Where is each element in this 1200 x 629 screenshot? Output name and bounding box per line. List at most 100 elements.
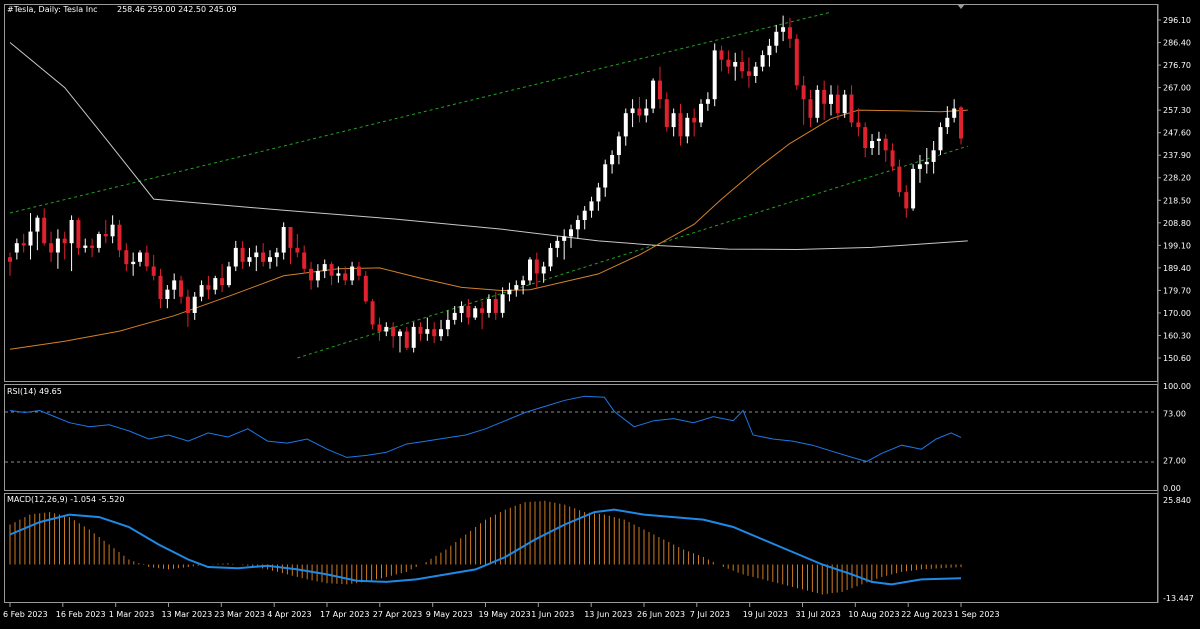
price-tick-label: 170.00 [1163, 309, 1191, 318]
scroll-marker-icon[interactable] [957, 4, 965, 9]
candle [480, 301, 485, 330]
candle [21, 233, 26, 253]
candle [363, 271, 368, 304]
candle [904, 185, 909, 218]
price-tick-label: 247.60 [1163, 129, 1191, 138]
candle [774, 24, 779, 53]
rsi-tick-label: 73.00 [1163, 410, 1186, 419]
candle [705, 92, 710, 111]
candle [213, 275, 218, 295]
candle [521, 275, 526, 295]
rsi-tick-label: 100.00 [1163, 382, 1191, 391]
candle [952, 99, 957, 123]
price-tick-label: 257.30 [1163, 106, 1191, 115]
candle [425, 317, 430, 341]
candle [555, 236, 560, 258]
candle [240, 240, 245, 269]
candle [473, 305, 478, 320]
ohlc-label: 258.46 259.00 242.50 245.09 [117, 5, 237, 14]
candle [391, 322, 396, 348]
date-tick-label: 13 Mar 2023 [162, 610, 213, 619]
candle [719, 45, 724, 72]
candle [14, 238, 19, 260]
candle [685, 113, 690, 144]
candle [185, 289, 190, 327]
candle [835, 85, 840, 121]
candle [233, 240, 238, 272]
candle [62, 231, 67, 260]
candle [96, 231, 101, 253]
price-tick-label: 208.80 [1163, 219, 1191, 228]
candle [623, 108, 628, 146]
candle [42, 208, 47, 246]
candle [911, 164, 916, 211]
candle [309, 261, 313, 290]
candle [753, 62, 758, 83]
price-tick-label: 286.40 [1163, 39, 1191, 48]
candle [76, 217, 81, 255]
candle [288, 226, 293, 265]
date-tick-label: 9 May 2023 [426, 610, 473, 619]
date-tick-label: 31 Jul 2023 [796, 610, 841, 619]
candle [28, 213, 33, 260]
candle [69, 215, 74, 272]
rsi-tick-label: 0.00 [1163, 484, 1181, 493]
candle [124, 243, 129, 272]
main-plot [8, 11, 968, 359]
price-tick-label: 267.00 [1163, 84, 1191, 93]
candle [808, 89, 813, 128]
candle [917, 154, 922, 183]
candle [500, 287, 505, 318]
price-tick-label: 276.70 [1163, 61, 1191, 70]
candle [548, 243, 553, 272]
candle [959, 106, 963, 145]
candle [569, 224, 573, 248]
macd-tick-label: 25.840 [1163, 496, 1191, 505]
price-tick-label: 189.40 [1163, 264, 1191, 273]
candle [849, 85, 854, 128]
candle [760, 50, 765, 72]
candle [35, 215, 40, 251]
candle [945, 106, 950, 135]
rsi-tick-label: 27.00 [1163, 457, 1186, 466]
candle [411, 322, 416, 353]
candle [83, 238, 88, 253]
candle [261, 243, 266, 267]
candle [220, 264, 225, 293]
candle [151, 254, 156, 281]
candle [295, 233, 300, 258]
candle [302, 245, 307, 274]
date-tick-label: 26 Jun 2023 [637, 610, 685, 619]
rsi-label: RSI(14) 49.65 [7, 387, 62, 396]
candle [514, 280, 519, 297]
candle [876, 131, 881, 155]
rsi-plot [9, 395, 962, 463]
candle [117, 220, 122, 258]
candle [343, 266, 348, 286]
candle [815, 85, 820, 123]
candle [507, 282, 512, 302]
chart-window: 296.10 286.40 276.70 267.00 257.30 247.60 237.… [0, 0, 1200, 625]
price-tick-label: 199.10 [1163, 241, 1191, 250]
candle [165, 285, 170, 309]
candle [466, 298, 471, 325]
candle [268, 250, 272, 269]
candle [144, 245, 149, 272]
date-tick-label: 22 Aug 2023 [901, 610, 952, 619]
candle [131, 252, 136, 276]
price-tick-label: 228.20 [1163, 174, 1191, 183]
candle [356, 261, 361, 281]
candle [432, 322, 437, 344]
price-tick-label: 150.60 [1163, 354, 1191, 363]
candle [199, 280, 204, 302]
candle [801, 75, 806, 125]
date-tick-label: 19 May 2023 [479, 610, 531, 619]
candle [596, 182, 601, 211]
date-tick-label: 1 Mar 2023 [109, 610, 155, 619]
candle [610, 150, 615, 174]
candle [158, 268, 163, 309]
candle [377, 317, 382, 341]
candle [459, 301, 464, 323]
candle [897, 159, 902, 197]
date-tick-label: 13 Jun 2023 [584, 610, 632, 619]
